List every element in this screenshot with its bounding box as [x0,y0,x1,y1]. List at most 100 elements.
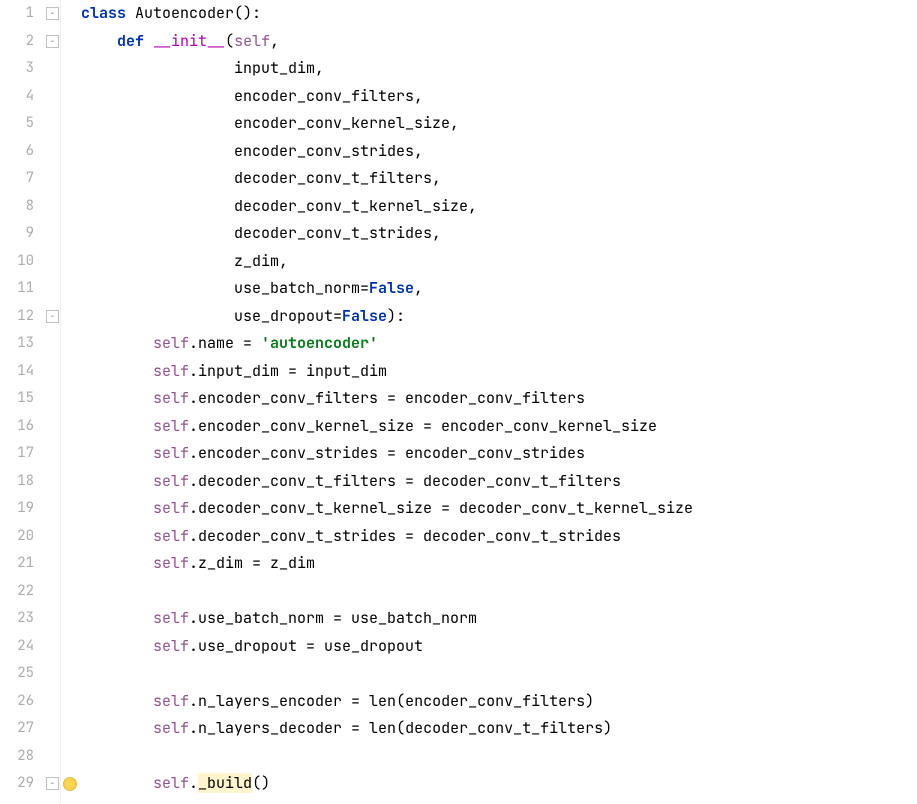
line-number: 27 [0,715,34,743]
code-token: decoder_conv_t_strides, [81,223,441,243]
code-token: encoder_conv_strides, [81,141,423,161]
code-token: self [153,388,189,408]
code-line[interactable]: self.decoder_conv_t_kernel_size = decode… [81,495,917,523]
code-token: .use_batch_norm = use_batch_norm [189,608,477,628]
code-token: self [153,333,189,353]
code-line[interactable]: self.use_batch_norm = use_batch_norm [81,605,917,633]
code-line[interactable]: self.n_layers_decoder = len(decoder_conv… [81,715,917,743]
line-number: 11 [0,275,34,303]
code-token: self [153,471,189,491]
code-line[interactable]: self.decoder_conv_t_filters = decoder_co… [81,468,917,496]
code-token: False [342,306,387,326]
code-token: def [117,31,153,51]
fold-toggle-end-icon[interactable]: − [46,310,59,323]
code-token [81,471,153,491]
line-number: 16 [0,413,34,441]
code-line[interactable]: self.decoder_conv_t_strides = decoder_co… [81,523,917,551]
code-line[interactable] [81,743,917,771]
code-line[interactable]: self.name = 'autoencoder' [81,330,917,358]
code-line[interactable]: self.n_layers_encoder = len(encoder_conv… [81,688,917,716]
code-line[interactable]: encoder_conv_strides, [81,138,917,166]
code-token [81,526,153,546]
line-number: 1 [0,0,34,28]
code-token: self [234,31,270,51]
code-token: encoder_conv_kernel_size, [81,113,459,133]
code-line[interactable]: input_dim, [81,55,917,83]
code-token: 'autoencoder' [261,333,378,353]
code-line[interactable]: z_dim, [81,248,917,276]
code-line[interactable]: self.use_dropout = use_dropout [81,633,917,661]
code-token: ( [225,31,234,51]
code-token: decoder_conv_t_filters, [81,168,441,188]
code-token [81,416,153,436]
code-line[interactable]: decoder_conv_t_filters, [81,165,917,193]
fold-toggle-icon[interactable]: − [46,35,59,48]
code-token: .name = [189,333,261,353]
code-line[interactable]: use_batch_norm=False, [81,275,917,303]
code-token: use_batch_norm= [81,278,369,298]
fold-toggle-icon[interactable]: − [46,7,59,20]
code-token: , [270,31,279,51]
code-editor: 1234567891011121314151617181920212223242… [0,0,917,804]
line-number: 6 [0,138,34,166]
code-line[interactable] [81,660,917,688]
code-token: self [153,361,189,381]
code-token: .n_layers_encoder = [189,691,369,711]
code-line[interactable]: class Autoencoder(): [81,0,917,28]
code-token: self [153,498,189,518]
code-line[interactable]: self.input_dim = input_dim [81,358,917,386]
code-token [81,498,153,518]
code-area[interactable]: class Autoencoder(): def __init__(self, … [79,0,917,804]
line-number: 17 [0,440,34,468]
code-line[interactable]: encoder_conv_kernel_size, [81,110,917,138]
code-token: self [153,691,189,711]
line-number: 4 [0,83,34,111]
code-token [81,718,153,738]
fold-toggle-icon[interactable]: − [46,777,59,790]
code-line[interactable]: self.encoder_conv_filters = encoder_conv… [81,385,917,413]
code-token: .n_layers_decoder = [189,718,369,738]
code-token: self [153,718,189,738]
code-line[interactable] [81,578,917,606]
line-number: 29 [0,770,34,798]
code-token: decoder_conv_t_kernel_size, [81,196,477,216]
line-number: 25 [0,660,34,688]
code-token: input_dim, [81,58,324,78]
line-number: 23 [0,605,34,633]
code-line[interactable]: self._build() [81,770,917,798]
code-line[interactable]: decoder_conv_t_strides, [81,220,917,248]
code-line[interactable]: self.encoder_conv_strides = encoder_conv… [81,440,917,468]
code-line[interactable]: def __init__(self, [81,28,917,56]
line-number: 10 [0,248,34,276]
code-line[interactable]: decoder_conv_t_kernel_size, [81,193,917,221]
code-token: , [414,278,423,298]
code-token: .decoder_conv_t_kernel_size = decoder_co… [189,498,693,518]
code-token: .encoder_conv_strides = encoder_conv_str… [189,443,585,463]
annotation-margin [61,0,79,804]
code-token: Autoencoder(): [135,3,261,23]
code-token: _build [198,773,252,793]
line-number: 2 [0,28,34,56]
code-line[interactable]: encoder_conv_filters, [81,83,917,111]
line-number-gutter: 1234567891011121314151617181920212223242… [0,0,46,804]
code-token: .decoder_conv_t_strides = decoder_conv_t… [189,526,621,546]
code-token: . [189,773,198,793]
code-token: len [369,718,396,738]
line-number: 12 [0,303,34,331]
code-token: use_dropout= [81,306,342,326]
code-token: self [153,636,189,656]
code-line[interactable]: self.z_dim = z_dim [81,550,917,578]
code-token: self [153,608,189,628]
line-number: 28 [0,743,34,771]
line-number: 5 [0,110,34,138]
intention-bulb-icon[interactable] [63,777,77,791]
code-token: () [252,773,270,793]
code-token [81,553,153,573]
code-token: (encoder_conv_filters) [396,691,594,711]
line-number: 20 [0,523,34,551]
code-token: self [153,416,189,436]
code-line[interactable]: use_dropout=False): [81,303,917,331]
code-token: __init__ [153,31,225,51]
code-token [81,388,153,408]
code-line[interactable]: self.encoder_conv_kernel_size = encoder_… [81,413,917,441]
